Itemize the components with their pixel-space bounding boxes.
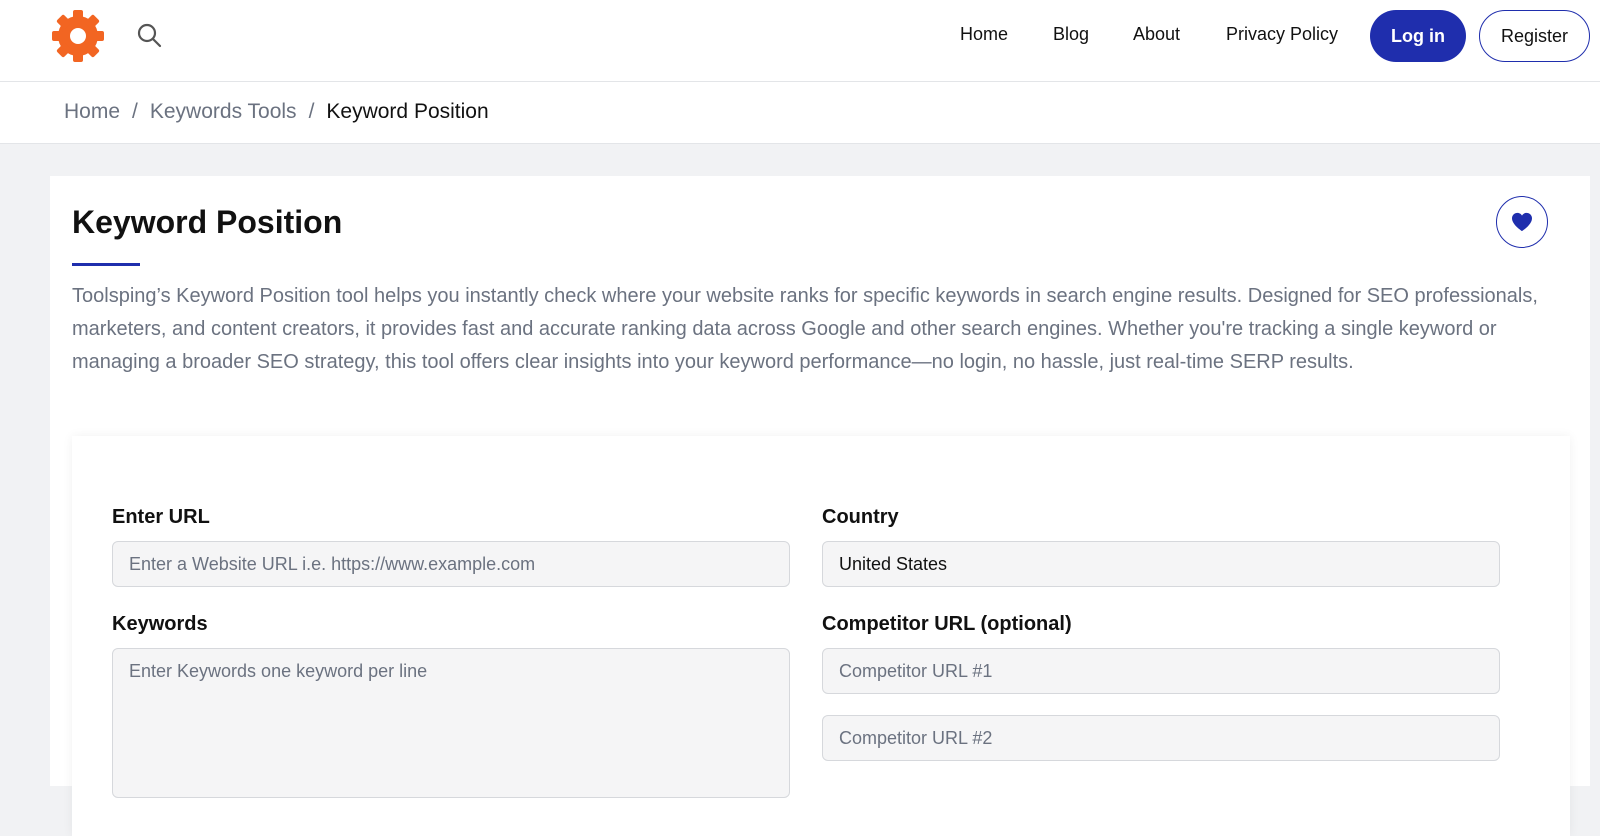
heart-icon [1512,212,1532,232]
tool-description: Toolsping’s Keyword Position tool helps … [72,285,1538,373]
nav-blog-link[interactable]: Blog [1053,24,1089,45]
login-button[interactable]: Log in [1370,10,1466,62]
url-input[interactable] [112,541,790,587]
register-button[interactable]: Register [1479,10,1590,62]
nav-about-link[interactable]: About [1133,24,1180,45]
breadcrumb: Home / Keywords Tools / Keyword Position [64,100,489,124]
page-title: Keyword Position [72,204,343,240]
title-underline [72,263,140,266]
site-header: Home Blog About Privacy Policy Log in Re… [0,0,1600,82]
nav-home-link[interactable]: Home [960,24,1008,45]
keyword-form: Enter URL Country Keywords Competitor UR… [72,436,1570,836]
keywords-label: Keywords [112,613,208,635]
breadcrumb-bar: Home / Keywords Tools / Keyword Position [0,82,1600,144]
gear-logo-icon[interactable] [50,8,106,64]
competitor-url-1-input[interactable] [822,648,1500,694]
search-icon[interactable] [136,22,162,48]
country-select[interactable] [822,541,1500,587]
breadcrumb-current: Keyword Position [326,100,489,123]
competitor-url-2-input[interactable] [822,715,1500,761]
breadcrumb-keywords-tools[interactable]: Keywords Tools [150,100,297,124]
tool-card: Keyword Position Toolsping’s Keyword Pos… [50,176,1590,836]
competitor-label: Competitor URL (optional) [822,613,1072,635]
nav-privacy-link[interactable]: Privacy Policy [1226,24,1338,45]
keywords-textarea[interactable] [112,648,790,798]
breadcrumb-separator: / [132,100,138,123]
url-label: Enter URL [112,506,210,528]
breadcrumb-separator: / [308,100,315,123]
country-label: Country [822,506,899,528]
favorite-button[interactable] [1496,196,1548,248]
breadcrumb-home[interactable]: Home [64,100,120,124]
